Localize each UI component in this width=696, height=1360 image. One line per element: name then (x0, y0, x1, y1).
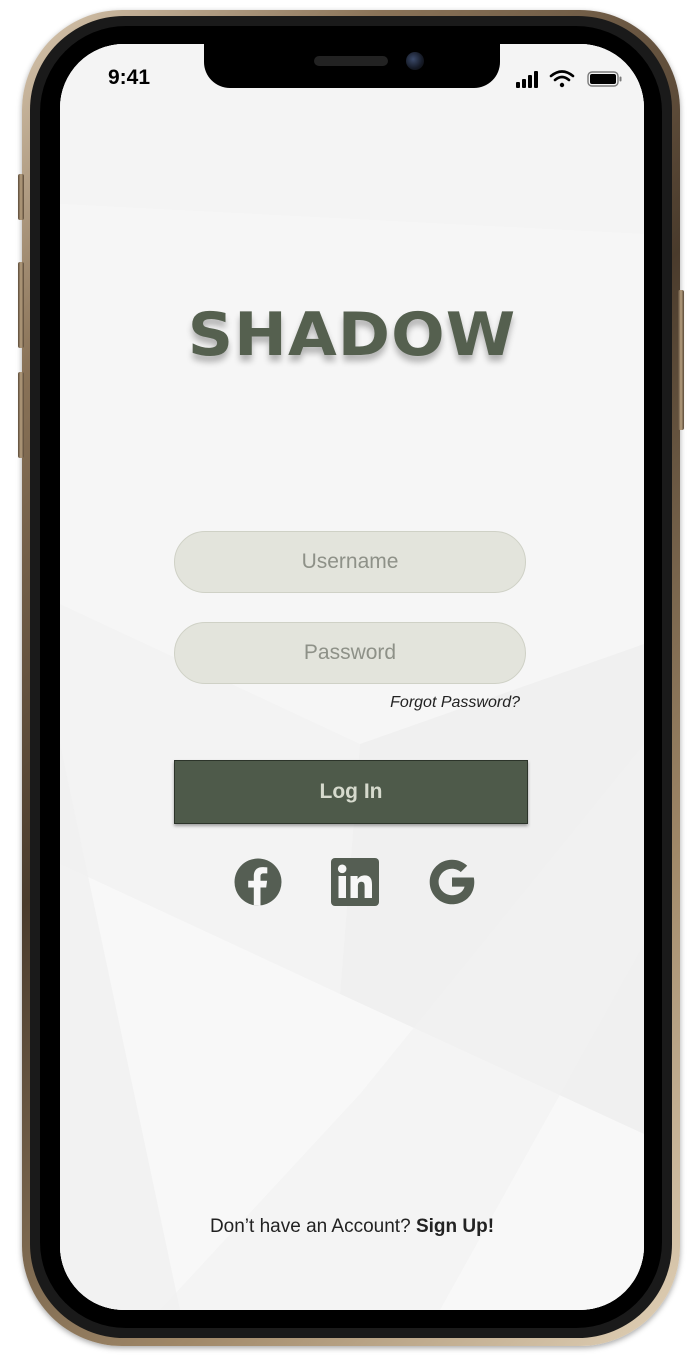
password-input[interactable] (174, 622, 526, 684)
login-button[interactable]: Log In (174, 760, 528, 824)
cellular-signal-icon (516, 71, 538, 88)
signup-link[interactable]: Sign Up! (416, 1216, 494, 1237)
username-input[interactable] (174, 531, 526, 593)
battery-icon (587, 71, 622, 87)
linkedin-icon[interactable] (331, 858, 379, 906)
facebook-icon[interactable] (234, 858, 282, 906)
signup-prompt-text: Don’t have an Account? (209, 1216, 416, 1237)
volume-up-button (18, 262, 24, 348)
signup-prompt: Don’t have an Account? Sign Up! (60, 1216, 644, 1238)
google-icon[interactable] (428, 858, 476, 906)
volume-down-button (18, 372, 24, 458)
status-time: 9:41 (108, 66, 151, 89)
power-button (678, 290, 684, 430)
front-camera (406, 52, 424, 70)
status-icons (516, 70, 622, 88)
wifi-icon (549, 70, 575, 88)
earpiece-speaker (314, 56, 388, 66)
device-mockup: 9:41 SHADOW Forgot Password? Lo (0, 0, 696, 1360)
silent-switch (18, 174, 24, 220)
app-screen: 9:41 SHADOW Forgot Password? Lo (60, 44, 644, 1310)
notch (204, 44, 500, 88)
app-logo: SHADOW (187, 300, 517, 370)
forgot-password-link[interactable]: Forgot Password? (360, 694, 520, 712)
